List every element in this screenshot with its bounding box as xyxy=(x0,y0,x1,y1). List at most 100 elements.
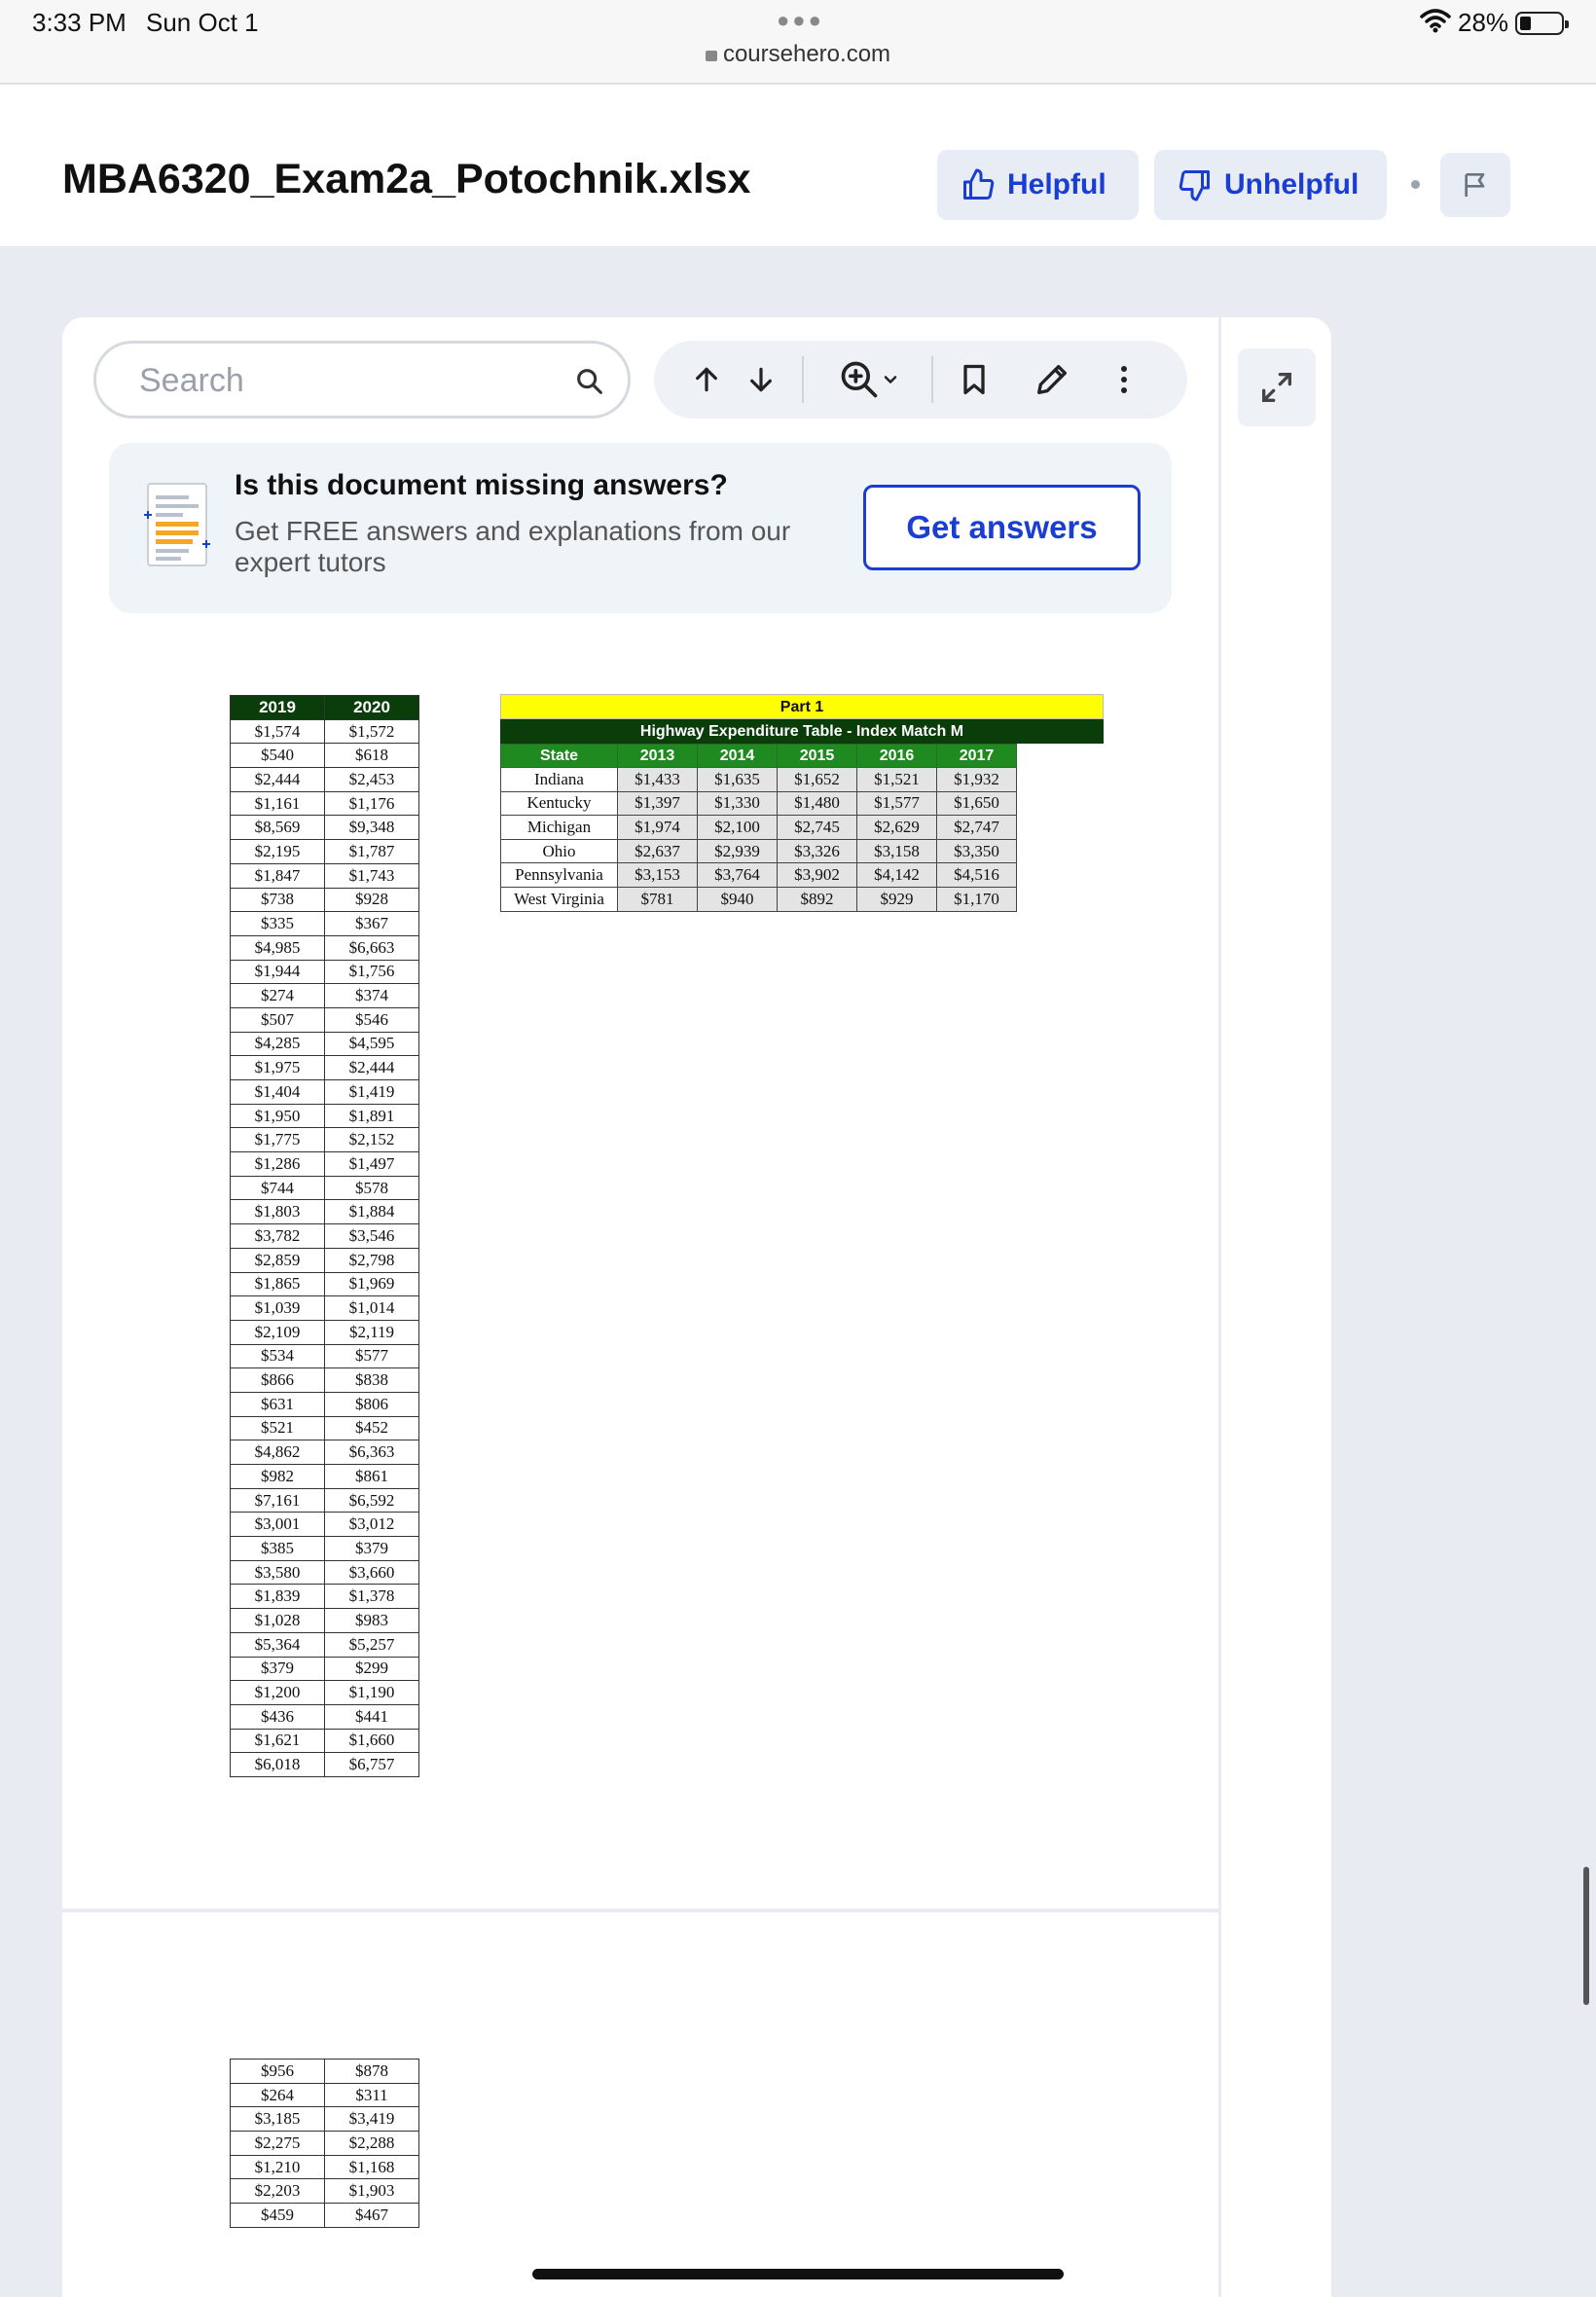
table-cell: $1,635 xyxy=(697,767,778,792)
get-answers-button[interactable]: Get answers xyxy=(863,485,1141,570)
table-cell: $385 xyxy=(230,1536,325,1561)
table-cell: $4,862 xyxy=(230,1440,325,1465)
search-input[interactable] xyxy=(139,363,548,398)
table-row: $3,185 $3,419 xyxy=(230,2106,419,2133)
multitasking-dots-icon[interactable]: ●●● xyxy=(777,8,824,33)
table-cell: $1,969 xyxy=(324,1271,419,1297)
table-cell: $1,577 xyxy=(856,790,937,817)
table-cell: $1,652 xyxy=(777,767,857,792)
highway-table: Part 1 Highway Expenditure Table - Index… xyxy=(500,694,1104,912)
arrow-up-icon xyxy=(696,367,717,392)
address-bar[interactable]: coursehero.com xyxy=(0,41,1596,68)
zoom-button[interactable] xyxy=(825,341,913,419)
search-icon[interactable] xyxy=(573,365,606,398)
viewer-divider xyxy=(1218,317,1221,2297)
table-cell: $928 xyxy=(324,887,419,913)
thumbs-up-icon xyxy=(963,168,995,200)
scrollbar[interactable] xyxy=(1583,1867,1589,2005)
table-row: $1,161 $1,176 xyxy=(230,790,419,817)
bookmark-button[interactable] xyxy=(942,341,1006,419)
table-cell: $1,521 xyxy=(856,767,937,792)
table-cell: $2,119 xyxy=(324,1319,419,1345)
table-row: $5,364 $5,257 xyxy=(230,1631,419,1658)
table-row: West Virginia $781 $940 $892 $929 $1,170 xyxy=(500,886,1017,912)
table-row: $3,580 $3,660 xyxy=(230,1559,419,1586)
table-row: $1,839 $1,378 xyxy=(230,1584,419,1610)
table-row: $385 $379 xyxy=(230,1536,419,1561)
wifi-icon xyxy=(1420,9,1451,33)
viewer-toolbar xyxy=(654,341,1187,419)
table-cell: $866 xyxy=(230,1367,325,1393)
table-cell: $9,348 xyxy=(324,815,419,841)
column-header: 2015 xyxy=(777,744,857,768)
table-cell: $1,210 xyxy=(230,2154,325,2180)
table-cell: $806 xyxy=(324,1391,419,1417)
table-cell: $6,363 xyxy=(324,1440,419,1465)
flag-icon xyxy=(1465,173,1485,197)
table-cell: $744 xyxy=(230,1175,325,1201)
bookmark-icon xyxy=(963,364,985,395)
table-cell: $311 xyxy=(324,2082,419,2108)
expand-button[interactable] xyxy=(1238,348,1316,426)
more-options-button[interactable] xyxy=(1100,341,1148,419)
table-cell: $1,028 xyxy=(230,1608,325,1633)
table-cell: $1,574 xyxy=(230,718,325,745)
table-cell: $379 xyxy=(230,1656,325,1682)
table-cell: $4,285 xyxy=(230,1031,325,1057)
table-cell: $940 xyxy=(697,886,778,912)
table-cell: $956 xyxy=(230,2059,325,2084)
table-row: $335 $367 xyxy=(230,911,419,936)
year-table-body: $956 $878 $264 $311 $3,185 $3,419 $2,275 $2,288… xyxy=(230,2059,419,2228)
document-icon xyxy=(144,483,210,566)
table-cell: $1,190 xyxy=(324,1680,419,1705)
table-cell: $3,326 xyxy=(777,838,857,864)
table-cell: $8,569 xyxy=(230,815,325,841)
table-cell: $1,014 xyxy=(324,1295,419,1321)
table-cell: $3,660 xyxy=(324,1559,419,1586)
table-row: $1,210 $1,168 xyxy=(230,2154,419,2180)
table-cell: $929 xyxy=(856,886,937,912)
table-cell: $6,018 xyxy=(230,1752,325,1777)
table-cell: $3,419 xyxy=(324,2106,419,2133)
missing-answers-banner: Is this document missing answers? Get FR… xyxy=(109,443,1172,613)
table-row: $459 $467 xyxy=(230,2203,419,2228)
table-row: $534 $577 xyxy=(230,1343,419,1369)
table-row: $7,161 $6,592 xyxy=(230,1487,419,1513)
table-row: $956 $878 xyxy=(230,2059,419,2084)
part-label: Part 1 xyxy=(500,694,1104,719)
table-row: $2,195 $1,787 xyxy=(230,839,419,864)
status-time: 3:33 PM xyxy=(32,8,127,37)
previous-result-button[interactable] xyxy=(685,341,728,419)
column-header: 2019 xyxy=(230,695,325,720)
table-cell: $3,580 xyxy=(230,1559,325,1586)
unhelpful-button[interactable]: Unhelpful xyxy=(1154,150,1387,220)
table-cell: $2,100 xyxy=(697,815,778,840)
table-row: $3,001 $3,012 xyxy=(230,1512,419,1538)
table-cell: $1,950 xyxy=(230,1103,325,1129)
table-cell: $1,286 xyxy=(230,1151,325,1177)
table-cell: $2,444 xyxy=(324,1055,419,1080)
annotate-button[interactable] xyxy=(1020,341,1084,419)
table-row: $744 $578 xyxy=(230,1175,419,1201)
year-table-body: $1,574 $1,572 $540 $618 $2,444 $2,453 $1,161 $1… xyxy=(230,718,419,1777)
table-row: $2,109 $2,119 xyxy=(230,1319,419,1345)
table-cell: $367 xyxy=(324,911,419,936)
report-button[interactable] xyxy=(1440,153,1510,217)
table-row: $1,847 $1,743 xyxy=(230,862,419,889)
home-indicator[interactable] xyxy=(532,2269,1064,2279)
table-row: $982 $861 xyxy=(230,1464,419,1489)
table-cell: $6,592 xyxy=(324,1487,419,1513)
next-result-button[interactable] xyxy=(740,341,782,419)
table-row: $2,203 $1,903 xyxy=(230,2178,419,2205)
table-cell: $861 xyxy=(324,1464,419,1489)
table-cell: $3,782 xyxy=(230,1223,325,1249)
table-row: $274 $374 xyxy=(230,983,419,1008)
table-cell: $3,001 xyxy=(230,1512,325,1538)
column-header: 2017 xyxy=(936,744,1017,768)
helpful-button[interactable]: Helpful xyxy=(937,150,1139,220)
thumbs-down-icon xyxy=(1179,170,1210,201)
table-row: $1,944 $1,756 xyxy=(230,959,419,985)
table-cell: $1,419 xyxy=(324,1079,419,1105)
table-row: $521 $452 xyxy=(230,1415,419,1441)
page-separator xyxy=(62,1909,1218,1913)
